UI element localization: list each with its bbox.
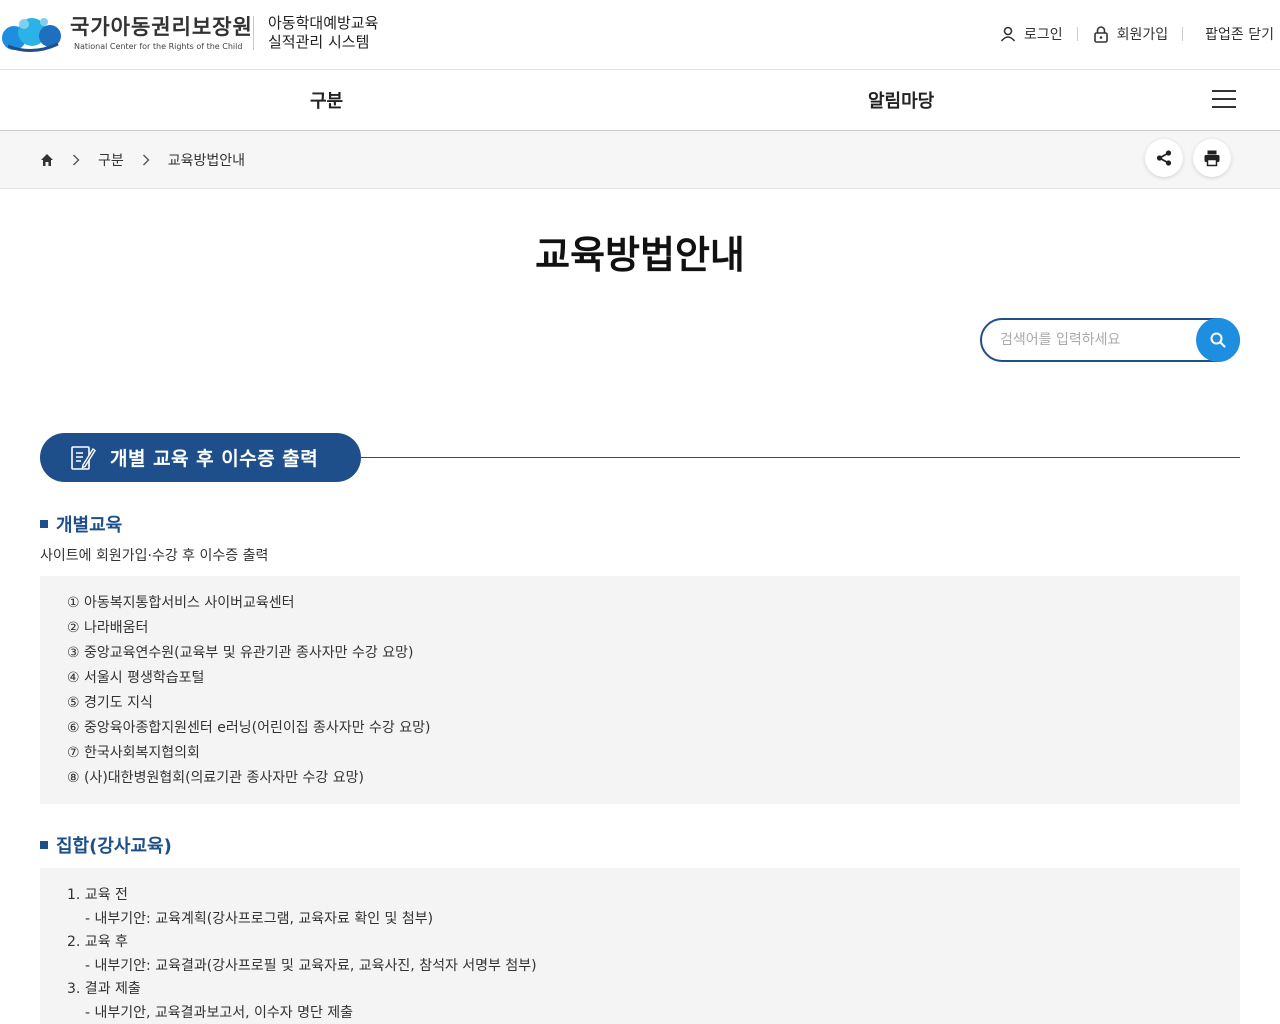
list-item: ⑦ 한국사회복지협의회 [67, 745, 200, 761]
section-banner: 개별 교육 후 이수증 출력 [40, 433, 361, 482]
search-input[interactable] [1000, 329, 1190, 351]
home-icon[interactable] [40, 153, 54, 167]
nav-item-notice[interactable]: 알림마당 [868, 87, 934, 113]
menu-line [1212, 106, 1236, 108]
list-item: ⑥ 중앙육아종합지원센터 e러닝(어린이집 종사자만 수강 요망) [67, 720, 431, 736]
signup-label: 회원가입 [1116, 27, 1169, 43]
section-divider [360, 457, 1240, 458]
group-education-steps: 1. 교육 전 - 내부기안: 교육계획(강사프로그램, 교육자료 확인 및 첨… [40, 868, 1240, 1024]
list-item: ③ 중앙교육연수원(교육부 및 유관기관 종사자만 수강 요망) [67, 645, 414, 661]
step-label: 3. 결과 제출 [67, 981, 141, 997]
site-name[interactable]: 아동학대예방교육 실적관리 시스템 [268, 14, 378, 52]
list-item: ⑤ 경기도 지식 [67, 695, 153, 711]
menu-line [1212, 98, 1236, 100]
main-nav: 구분 알림마당 [0, 70, 1280, 131]
step-label: 1. 교육 전 [67, 887, 128, 903]
login-label: 로그인 [1023, 27, 1063, 43]
step-detail: - 내부기안: 교육결과(강사프로필 및 교육자료, 교육사진, 참석자 서명부… [85, 958, 537, 974]
subsection-title-individual: 개별교육 [40, 511, 122, 537]
site-name-line2: 실적관리 시스템 [268, 33, 370, 51]
logo-divider [253, 16, 254, 50]
print-icon [1204, 150, 1220, 167]
site-header: 국가아동권리보장원 National Center for the Rights… [0, 0, 1280, 70]
search-button[interactable] [1196, 318, 1240, 362]
subsection-title-group: 집합(강사교육) [40, 832, 172, 858]
step-detail: - 내부기안, 교육결과보고서, 이수자 명단 제출 [85, 1005, 354, 1021]
list-item: ⑧ (사)대한병원협회(의료기관 종사자만 수강 요망) [67, 770, 364, 786]
chevron-right-icon [142, 154, 150, 166]
search-icon [1210, 332, 1226, 348]
breadcrumb-bar: 구분 교육방법안내 [0, 131, 1280, 189]
edit-document-icon [71, 445, 96, 470]
print-button[interactable] [1193, 139, 1231, 177]
subsection-description: 사이트에 회원가입·수강 후 이수증 출력 [40, 548, 269, 564]
chevron-right-icon [73, 154, 80, 166]
logo-icon[interactable] [0, 12, 64, 56]
site-name-line1: 아동학대예방교육 [268, 14, 379, 32]
list-item: ① 아동복지통합서비스 사이버교육센터 [67, 595, 295, 611]
share-button[interactable] [1145, 139, 1183, 177]
list-item: ④ 서울시 평생학습포털 [67, 670, 205, 686]
breadcrumb: 구분 교육방법안내 [40, 150, 245, 170]
search-box [980, 318, 1240, 362]
bullet-square [40, 520, 48, 528]
popup-close-link[interactable]: 팝업존 닫기 [1183, 24, 1280, 44]
step-label: 2. 교육 후 [67, 934, 128, 950]
user-icon [1000, 26, 1016, 42]
popup-close-label: 팝업존 닫기 [1205, 27, 1274, 43]
breadcrumb-item-current[interactable]: 교육방법안내 [168, 150, 245, 170]
logo-title[interactable]: 국가아동권리보장원 [70, 11, 253, 41]
menu-icon[interactable] [1212, 90, 1236, 110]
individual-course-list: ① 아동복지통합서비스 사이버교육센터 ② 나라배움터 ③ 중앙교육연수원(교육… [40, 576, 1240, 804]
share-icon [1156, 150, 1172, 166]
logo-subtitle: National Center for the Rights of the Ch… [74, 42, 243, 51]
login-link[interactable]: 로그인 [985, 24, 1077, 44]
menu-line [1212, 90, 1236, 92]
subsection-title-text: 집합(강사교육) [56, 836, 172, 857]
subsection-title-text: 개별교육 [56, 515, 123, 536]
utility-menu: 로그인 회원가입 팝업존 닫기 [985, 24, 1280, 44]
section-banner-title: 개별 교육 후 이수증 출력 [110, 448, 319, 470]
breadcrumb-item-category[interactable]: 구분 [98, 150, 124, 170]
nav-item-category[interactable]: 구분 [310, 87, 343, 113]
bullet-square [40, 841, 48, 849]
lock-icon [1093, 26, 1108, 43]
list-item: ② 나라배움터 [67, 620, 149, 636]
page-title: 교육방법안내 [535, 233, 745, 277]
step-detail: - 내부기안: 교육계획(강사프로그램, 교육자료 확인 및 첨부) [85, 911, 434, 927]
signup-link[interactable]: 회원가입 [1078, 24, 1183, 44]
